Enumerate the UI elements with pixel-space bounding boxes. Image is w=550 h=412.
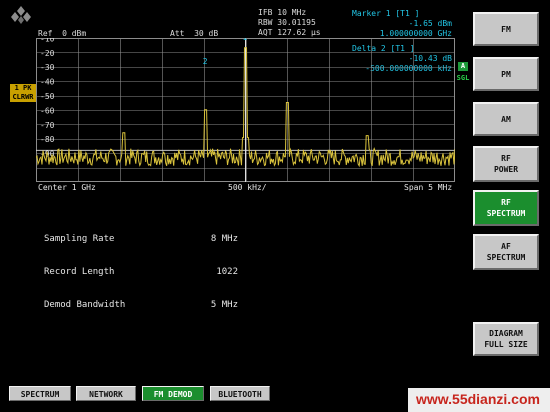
attenuation: Att 30 dB (170, 29, 219, 38)
ref-level: Ref 0 dBm (38, 29, 87, 38)
trace-a-indicator: A (458, 62, 468, 71)
y-tick-label: -70 (40, 121, 55, 130)
diagram-full-size-button[interactable]: DIAGRAM FULL SIZE (473, 322, 539, 356)
tab-spectrum[interactable]: SPECTRUM (9, 386, 71, 401)
frequency-per-division: 500 kHz/ (228, 183, 267, 192)
span-frequency: Span 5 MHz (404, 183, 453, 192)
rf-power-label-line2: POWER (493, 165, 519, 174)
info-labels: Sampling Rate Record Length Demod Bandwi… (44, 212, 125, 333)
marker1-level: -1.65 dBm (408, 19, 452, 28)
info-value-sampling-rate: 8 MHz (210, 234, 238, 244)
y-tick-label: -20 (40, 49, 55, 58)
diagram-full-size-label-line2: FULL SIZE (484, 340, 528, 349)
fm-button[interactable]: FM (473, 12, 539, 46)
af-spectrum-label-line1: AF (501, 242, 511, 251)
info-value-record-length: 1022 (216, 267, 238, 277)
marker1-frequency: 1.000000000 GHz (379, 29, 452, 38)
rf-power-button[interactable]: RF POWER (473, 146, 539, 182)
aqt-setting: AQT 127.62 µs (258, 28, 321, 37)
y-tick-label: -80 (40, 135, 55, 144)
rbw-setting: RBW 30.01195 (258, 18, 316, 27)
y-tick-label: -50 (40, 92, 55, 101)
watermark: www.55dianzi.com (408, 388, 550, 412)
am-button-label: AM (501, 114, 511, 124)
af-spectrum-label-line2: SPECTRUM (486, 253, 526, 262)
center-frequency: Center 1 GHz (38, 183, 96, 192)
rf-spectrum-button[interactable]: RF SPECTRUM (473, 190, 539, 226)
y-tick-label: -60 (40, 106, 55, 115)
fm-button-label: FM (501, 24, 511, 34)
marker-2-label: 2 (203, 57, 208, 66)
rf-power-label-line1: RF (501, 154, 511, 163)
info-values: 8 MHz 1022 5 MHz (176, 212, 238, 333)
tab-fm-demod[interactable]: FM DEMOD (142, 386, 204, 401)
ifb-setting: IFB 10 MHz (258, 8, 307, 17)
pm-button-label: PM (501, 69, 511, 79)
info-value-demod-bandwidth: 5 MHz (210, 300, 238, 310)
watermark-text: www.55dianzi.com (416, 391, 540, 407)
diagram-full-size-label-line1: DIAGRAM (489, 329, 523, 338)
trace-mode-line2: CLRWR (12, 93, 34, 101)
y-tick-label: -30 (40, 63, 55, 72)
rf-spectrum-label-line1: RF (501, 198, 511, 207)
center-line (36, 38, 455, 182)
trace-mode-indicator: 1 PK CLRWR (10, 84, 36, 102)
tab-bluetooth[interactable]: BLUETOOTH (210, 386, 270, 401)
af-spectrum-button[interactable]: AF SPECTRUM (473, 234, 539, 270)
am-button[interactable]: AM (473, 102, 539, 136)
spectrum-plot: -10-20-30-40-50-60-70-80-90 12 (36, 38, 455, 182)
analyzer-screen: Ref 0 dBm Att 30 dB IFB 10 MHz RBW 30.01… (0, 0, 550, 412)
marker-labels: 12 (203, 38, 248, 66)
y-axis-ticks: -10-20-30-40-50-60-70-80-90 (40, 38, 55, 159)
marker-1-label: 1 (243, 38, 248, 42)
single-sweep-indicator: SGL (455, 74, 471, 83)
tab-network[interactable]: NETWORK (76, 386, 136, 401)
y-tick-label: -40 (40, 78, 55, 87)
rf-spectrum-label-line2: SPECTRUM (486, 209, 526, 218)
y-tick-label: -10 (40, 38, 55, 43)
pm-button[interactable]: PM (473, 57, 539, 91)
marker1-title: Marker 1 [T1 ] (352, 9, 420, 18)
trace-mode-line1: 1 PK (14, 84, 32, 92)
info-label-sampling-rate: Sampling Rate (44, 234, 115, 244)
info-label-demod-bandwidth: Demod Bandwidth (44, 300, 126, 310)
rohde-schwarz-logo-icon (11, 6, 31, 24)
info-label-record-length: Record Length (44, 267, 115, 277)
